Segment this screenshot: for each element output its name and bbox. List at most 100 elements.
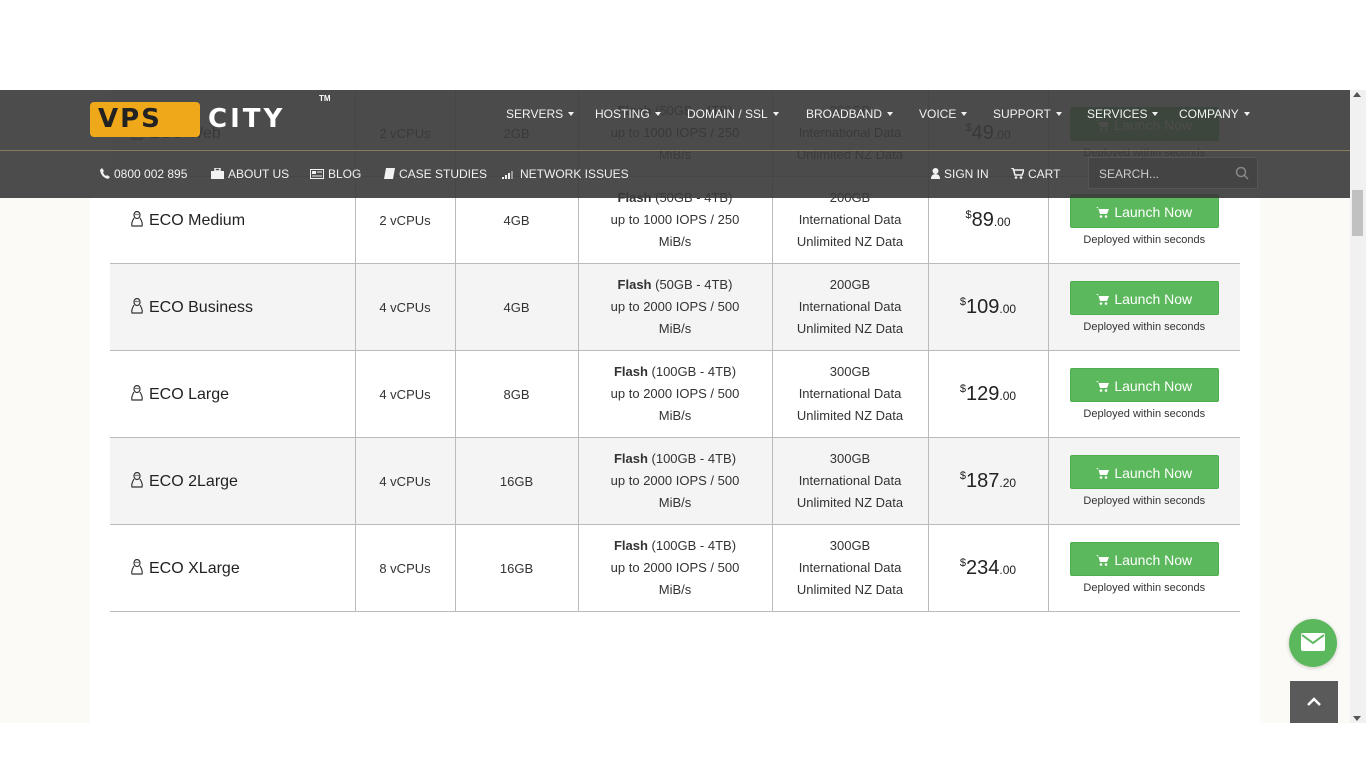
newspaper-icon bbox=[310, 169, 324, 179]
chevron-up-icon bbox=[1307, 697, 1321, 706]
storage-bandwidth: MiB/s bbox=[658, 495, 692, 510]
price-cell: $109.00 bbox=[928, 263, 1049, 351]
storage-bandwidth: MiB/s bbox=[658, 321, 692, 336]
plan-name-cell: ECO Business bbox=[110, 263, 356, 351]
cpu-cell: 4 vCPUs bbox=[355, 437, 456, 525]
briefcase-icon bbox=[211, 167, 224, 179]
plan-cpu: 4 vCPUs bbox=[379, 386, 431, 402]
plan-name: ECO Medium bbox=[149, 211, 246, 229]
launch-now-button[interactable]: Launch Now bbox=[1069, 542, 1219, 576]
about-us-link[interactable]: ABOUT US bbox=[211, 167, 289, 181]
browser-bottom-area bbox=[0, 723, 1366, 768]
cpu-cell: 4 vCPUs bbox=[355, 263, 456, 351]
plan-cpu: 2 vCPUs bbox=[379, 212, 431, 228]
intl-data-label: International Data bbox=[798, 560, 902, 575]
launch-label: Launch Now bbox=[1114, 291, 1193, 307]
launch-label: Launch Now bbox=[1114, 552, 1193, 568]
nz-data-label: Unlimited NZ Data bbox=[796, 321, 904, 336]
sign-in-link[interactable]: SIGN IN bbox=[931, 167, 989, 181]
plan-price: $129.00 bbox=[960, 383, 1016, 405]
plan-row: ECO Business 4 vCPUs 4GB Flash (50GB - 4TB)… bbox=[110, 263, 1240, 351]
plan-name: ECO Large bbox=[149, 385, 230, 403]
storage-iops: up to 2000 IOPS / 500 bbox=[610, 299, 740, 314]
menu-label: HOSTING bbox=[595, 107, 650, 121]
cart-link[interactable]: CART bbox=[1011, 167, 1060, 181]
plan-name: ECO Business bbox=[149, 298, 254, 316]
storage-size: (100GB - 4TB) bbox=[647, 451, 737, 466]
phone-link[interactable]: 0800 002 895 bbox=[100, 167, 187, 181]
launch-now-button[interactable]: Launch Now bbox=[1069, 455, 1219, 489]
deploy-note: Deployed within seconds bbox=[1083, 495, 1206, 507]
plan-ram: 4GB bbox=[503, 299, 530, 315]
back-to-top-button[interactable] bbox=[1290, 681, 1338, 723]
plan-row: ECO XLarge 8 vCPUs 16GB Flash (100GB - 4TB)… bbox=[110, 524, 1240, 612]
about-us-label: ABOUT US bbox=[228, 167, 290, 181]
cpu-cell: 4 vCPUs bbox=[355, 350, 456, 438]
chevron-down-icon bbox=[654, 112, 661, 116]
plan-row: ECO 2Large 4 vCPUs 16GB Flash (100GB - 4TB)… bbox=[110, 437, 1240, 525]
phone-icon bbox=[100, 168, 110, 179]
launch-label: Launch Now bbox=[1114, 204, 1193, 220]
scroll-down-arrow[interactable] bbox=[1353, 716, 1361, 721]
menu-label: SERVICES bbox=[1087, 107, 1148, 121]
price-cents: .00 bbox=[999, 562, 1017, 577]
storage-type: Flash bbox=[617, 277, 652, 292]
price-whole: 234 bbox=[966, 556, 1000, 579]
storage-type: Flash bbox=[613, 364, 648, 379]
launch-now-button[interactable]: Launch Now bbox=[1069, 194, 1219, 228]
menu-voice[interactable]: VOICE bbox=[919, 107, 968, 121]
launch-label: Launch Now bbox=[1114, 378, 1193, 394]
plan-name: ECO 2Large bbox=[149, 472, 238, 490]
intl-data-amount: 300GB bbox=[829, 364, 871, 379]
menu-domain-ssl[interactable]: DOMAIN / SSL bbox=[687, 107, 779, 121]
menu-servers[interactable]: SERVERS bbox=[506, 107, 575, 121]
plan-price: $234.00 bbox=[960, 557, 1016, 579]
blog-link[interactable]: BLOG bbox=[310, 167, 361, 181]
scroll-up-arrow[interactable] bbox=[1353, 92, 1361, 97]
browser-top-area bbox=[0, 0, 1366, 90]
ram-cell: 8GB bbox=[455, 350, 579, 438]
menu-services[interactable]: SERVICES bbox=[1087, 107, 1159, 121]
price-cents: .00 bbox=[993, 214, 1011, 229]
traffic-cell: 300GB International Data Unlimited NZ Data bbox=[772, 524, 929, 612]
scroll-thumb[interactable] bbox=[1352, 190, 1363, 236]
chevron-down-icon bbox=[961, 112, 968, 116]
deploy-note: Deployed within seconds bbox=[1083, 234, 1206, 246]
deploy-note: Deployed within seconds bbox=[1083, 321, 1206, 333]
site-logo[interactable]: VPS CITY TM bbox=[90, 94, 331, 140]
case-studies-link[interactable]: CASE STUDIES bbox=[384, 167, 487, 181]
search-input[interactable] bbox=[1089, 158, 1241, 190]
plan-name: ECO XLarge bbox=[149, 559, 240, 577]
storage-bandwidth: MiB/s bbox=[658, 234, 692, 249]
signal-icon bbox=[502, 171, 513, 179]
launch-now-button[interactable]: Launch Now bbox=[1069, 281, 1219, 315]
price-cell: $187.20 bbox=[928, 437, 1049, 525]
menu-support[interactable]: SUPPORT bbox=[993, 107, 1062, 121]
nz-data-label: Unlimited NZ Data bbox=[796, 408, 904, 423]
plan-name-cell: ECO 2Large bbox=[110, 437, 356, 525]
plan-price: $89.00 bbox=[965, 209, 1010, 231]
storage-cell: Flash (100GB - 4TB) up to 2000 IOPS / 500… bbox=[578, 350, 773, 438]
plan-cpu: 4 vCPUs bbox=[379, 473, 431, 489]
network-issues-link[interactable]: NETWORK ISSUES bbox=[502, 167, 629, 181]
cart-icon bbox=[1096, 381, 1110, 392]
search-icon[interactable] bbox=[1235, 166, 1249, 180]
contact-mail-button[interactable] bbox=[1289, 619, 1337, 667]
plan-ram: 16GB bbox=[499, 473, 534, 489]
menu-label: SUPPORT bbox=[993, 107, 1051, 121]
menu-company[interactable]: COMPANY bbox=[1179, 107, 1250, 121]
cart-icon bbox=[1096, 294, 1110, 305]
menu-hosting[interactable]: HOSTING bbox=[595, 107, 661, 121]
intl-data-label: International Data bbox=[798, 299, 902, 314]
menu-label: BROADBAND bbox=[806, 107, 883, 121]
storage-iops: up to 2000 IOPS / 500 bbox=[610, 560, 740, 575]
launch-now-button[interactable]: Launch Now bbox=[1069, 368, 1219, 402]
deploy-note: Deployed within seconds bbox=[1083, 408, 1206, 420]
menu-broadband[interactable]: BROADBAND bbox=[806, 107, 894, 121]
network-issues-label: NETWORK ISSUES bbox=[520, 167, 629, 181]
search-box bbox=[1088, 157, 1258, 190]
logo-trademark: TM bbox=[319, 94, 331, 103]
case-studies-label: CASE STUDIES bbox=[399, 167, 488, 181]
page-scrollbar[interactable] bbox=[1350, 90, 1366, 723]
sign-in-label: SIGN IN bbox=[944, 167, 989, 181]
